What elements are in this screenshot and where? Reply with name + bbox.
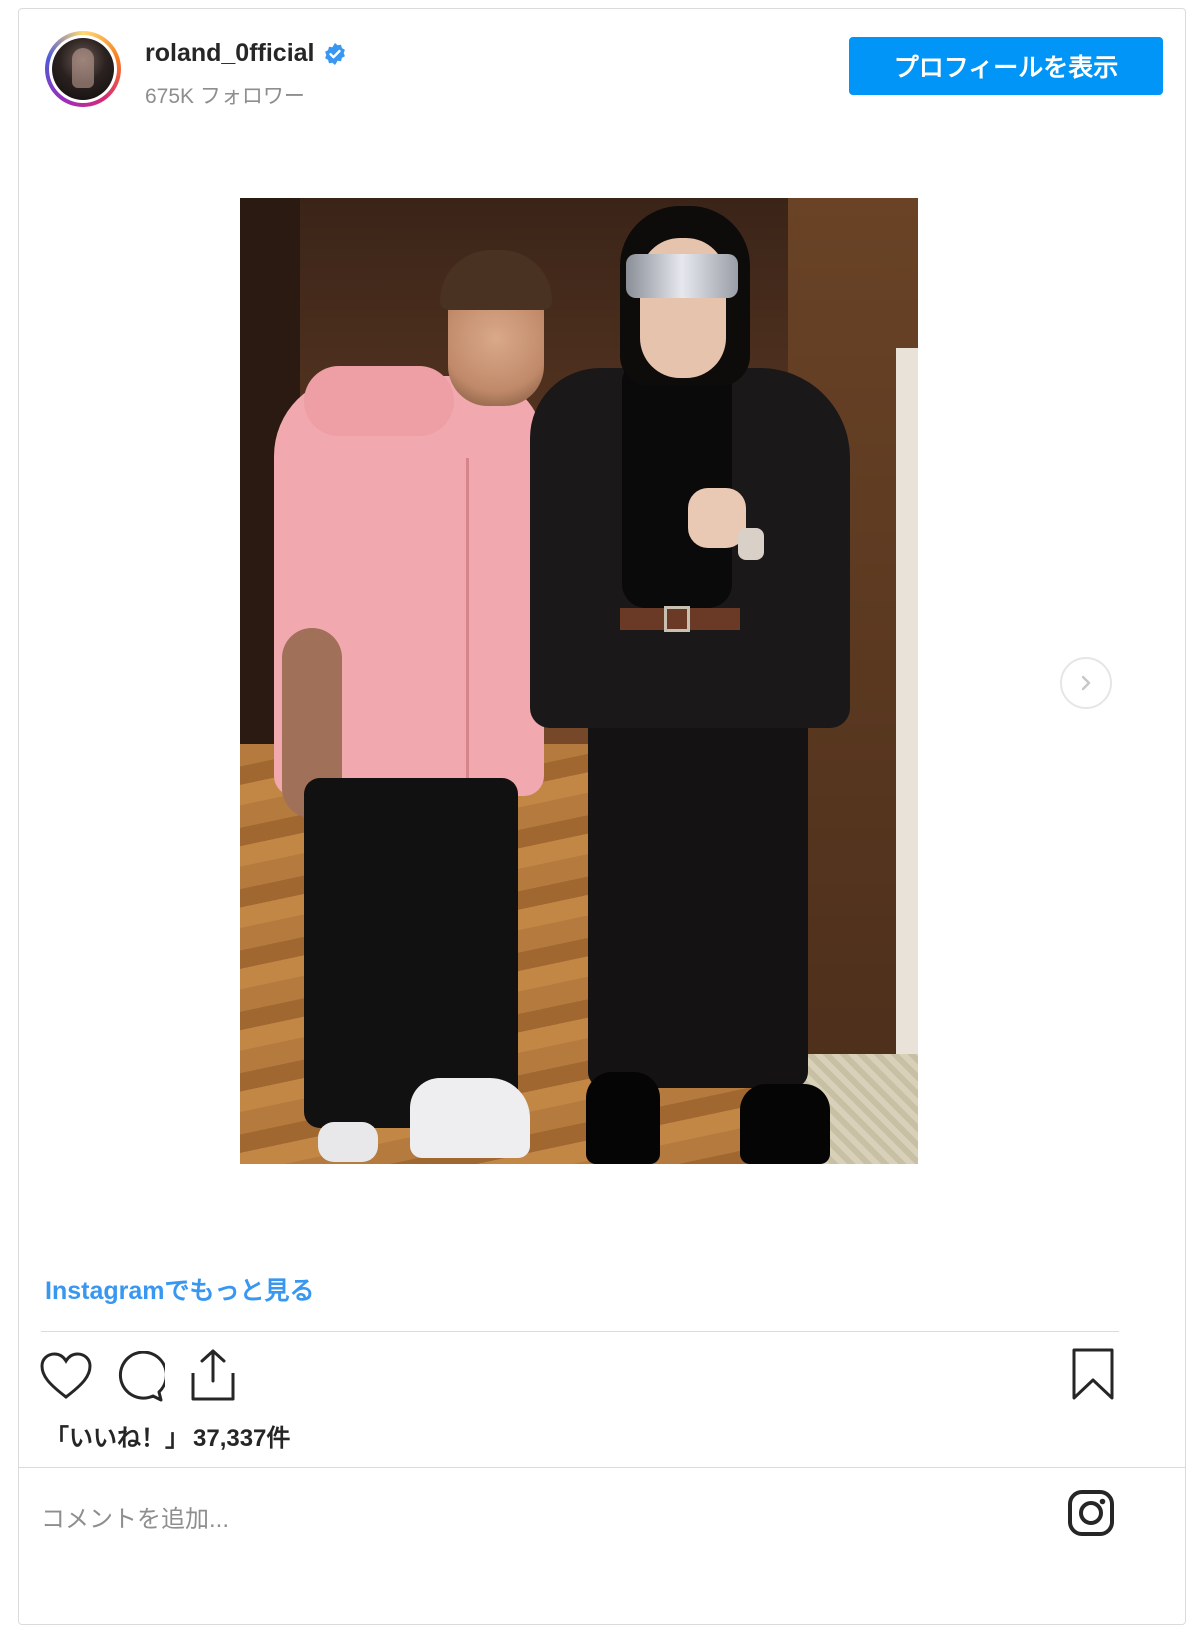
instagram-logo-icon[interactable] (1067, 1489, 1115, 1537)
likes-number: 37,337件 (193, 1425, 291, 1452)
avatar[interactable] (45, 31, 121, 107)
instagram-embed-card: roland_0fficial 675K フォロワー プロフィールを表示 Ins… (18, 8, 1186, 1625)
divider (41, 1331, 1119, 1332)
username[interactable]: roland_0fficial (145, 39, 315, 68)
heart-icon[interactable] (39, 1351, 93, 1401)
bookmark-icon[interactable] (1071, 1347, 1115, 1401)
follower-count: 675K フォロワー (145, 85, 305, 108)
next-photo-button[interactable] (1060, 657, 1112, 709)
chevron-right-icon (1081, 675, 1091, 691)
add-comment-field[interactable]: コメントを追加... (41, 1499, 229, 1534)
divider (19, 1467, 1185, 1468)
likes-label: 「いいね！」 (45, 1425, 189, 1452)
share-icon[interactable] (189, 1347, 237, 1403)
username-row: roland_0fficial (145, 39, 347, 68)
view-more-on-instagram-link[interactable]: Instagramでもっと見る (45, 1271, 314, 1307)
likes-count[interactable]: 「いいね！」 37,337件 (45, 1418, 290, 1453)
post-photo[interactable] (240, 198, 918, 1164)
comment-icon[interactable] (113, 1351, 165, 1403)
verified-badge-icon (324, 42, 345, 65)
view-profile-button[interactable]: プロフィールを表示 (849, 37, 1163, 95)
